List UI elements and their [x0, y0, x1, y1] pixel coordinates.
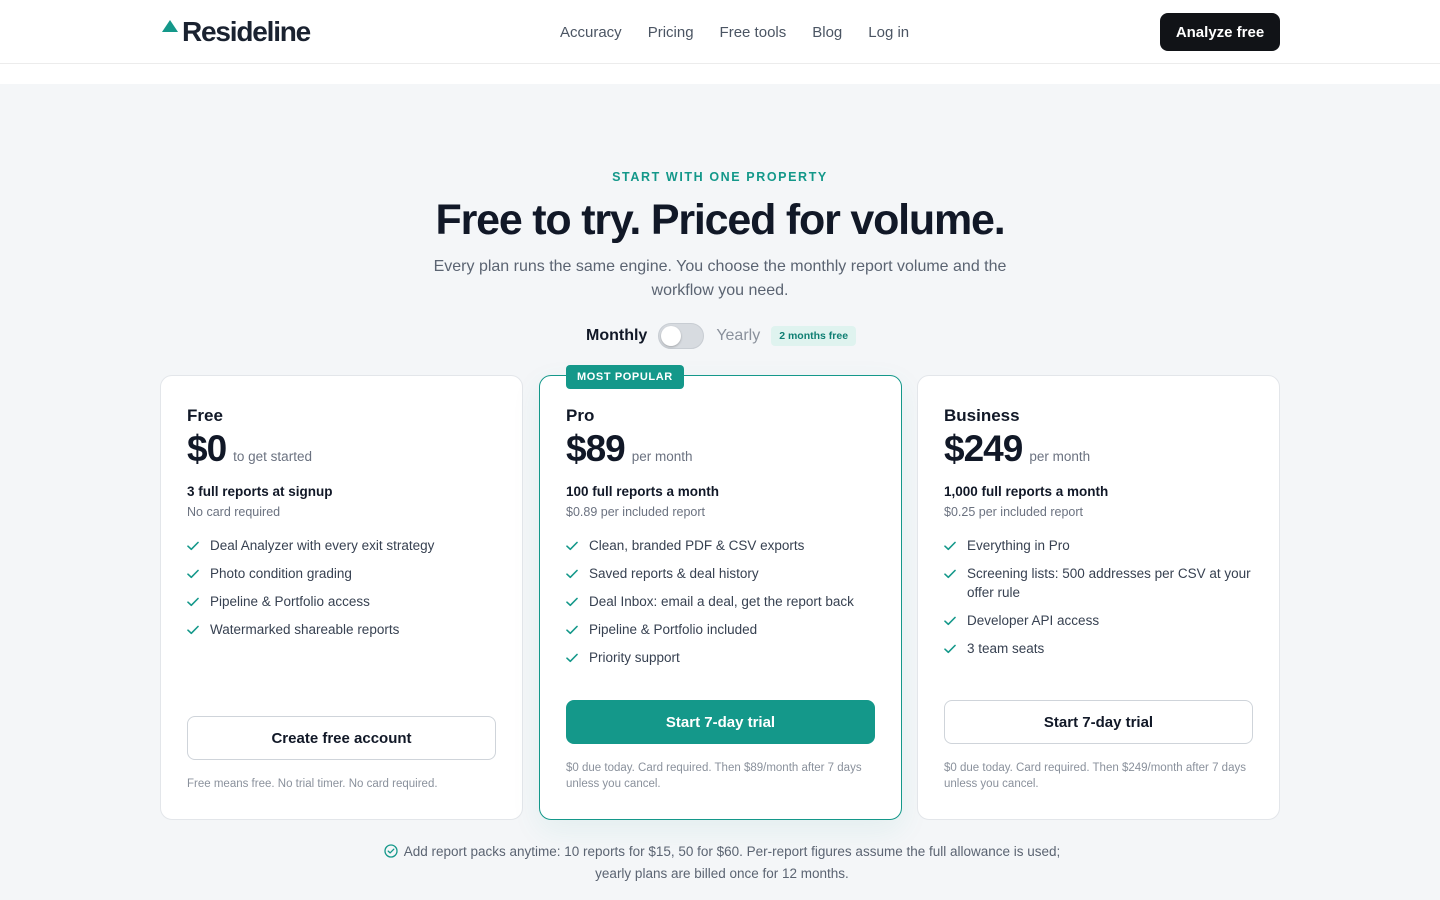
- plan-card-business: Business $249 per month 1,000 full repor…: [917, 375, 1280, 820]
- triangle-logo-icon: [162, 20, 178, 32]
- feature-text: 3 team seats: [967, 641, 1045, 656]
- feature-text: Deal Inbox: email a deal, get the report…: [589, 594, 854, 609]
- check-icon: [944, 611, 958, 630]
- feature-item: Watermarked shareable reports: [187, 620, 507, 639]
- logo[interactable]: Resideline: [162, 16, 311, 48]
- analyze-free-button[interactable]: Analyze free: [1160, 13, 1280, 51]
- yearly-savings-badge: 2 months free: [771, 326, 857, 346]
- feature-item: Pipeline & Portfolio included: [566, 620, 886, 639]
- check-icon: [187, 536, 201, 555]
- plan-price-unit: per month: [631, 449, 693, 464]
- check-icon: [187, 592, 201, 611]
- plan-name: Pro: [566, 406, 595, 425]
- price-row: $0 to get started: [187, 428, 312, 470]
- check-circle-icon: [384, 844, 398, 864]
- plan-price-unit: to get started: [233, 449, 312, 464]
- feature-text: Saved reports & deal history: [589, 566, 759, 581]
- plan-allowance: 100 full reports a month: [566, 484, 720, 499]
- check-icon: [944, 639, 958, 658]
- site-header: Resideline Accuracy Pricing Free tools B…: [0, 0, 1440, 64]
- billing-toggle[interactable]: [658, 323, 705, 349]
- plan-price-unit: per month: [1029, 449, 1091, 464]
- start-trial-pro-button[interactable]: Start 7-day trial: [566, 700, 875, 744]
- feature-item: Saved reports & deal history: [566, 564, 886, 583]
- eyebrow: START WITH ONE PROPERTY: [612, 170, 828, 184]
- feature-text: Screening lists: 500 addresses per CSV a…: [967, 566, 1251, 600]
- plan-card-pro: MOST POPULAR Pro $89 per month 100 full …: [539, 365, 902, 820]
- page-subtitle: Every plan runs the same engine. You cho…: [433, 258, 1007, 299]
- main-nav: Accuracy Pricing Free tools Blog Log in: [560, 0, 909, 64]
- feature-item: Deal Inbox: email a deal, get the report…: [566, 592, 886, 611]
- plan-allowance-sub: No card required: [187, 505, 281, 519]
- check-icon: [566, 648, 580, 667]
- feature-text: Pipeline & Portfolio access: [210, 594, 370, 609]
- feature-item: Developer API access: [944, 611, 1264, 630]
- plan-allowance: 1,000 full reports a month: [944, 484, 1109, 499]
- feature-item: Photo condition grading: [187, 564, 507, 583]
- plan-price: $0: [187, 428, 227, 469]
- feature-text: Pipeline & Portfolio included: [589, 622, 758, 637]
- check-icon: [566, 620, 580, 639]
- check-icon: [187, 564, 201, 583]
- feature-text: Developer API access: [967, 613, 1100, 628]
- nav-log-in[interactable]: Log in: [868, 24, 909, 41]
- check-icon: [566, 536, 580, 555]
- price-row: $89 per month: [566, 428, 693, 470]
- feature-text: Photo condition grading: [210, 566, 352, 581]
- feature-text: Watermarked shareable reports: [210, 622, 400, 637]
- feature-text: Deal Analyzer with every exit strategy: [210, 538, 435, 553]
- nav-blog[interactable]: Blog: [812, 24, 842, 41]
- nav-free-tools[interactable]: Free tools: [720, 24, 787, 41]
- feature-item: Priority support: [566, 648, 886, 667]
- plan-allowance-sub: $0.89 per included report: [566, 505, 705, 519]
- feature-list: Clean, branded PDF & CSV exports Saved r…: [566, 536, 886, 676]
- logo-text: Resideline: [182, 16, 311, 47]
- most-popular-badge: MOST POPULAR: [566, 365, 684, 389]
- check-icon: [187, 620, 201, 639]
- feature-item: Pipeline & Portfolio access: [187, 592, 507, 611]
- billing-yearly-label[interactable]: Yearly: [716, 327, 760, 345]
- check-icon: [566, 564, 580, 583]
- footnote-text: Add report packs anytime: 10 reports for…: [403, 844, 1061, 881]
- plan-name: Business: [944, 406, 1020, 425]
- plan-fine-print: $0 due today. Card required. Then $89/mo…: [566, 762, 862, 790]
- check-icon: [944, 564, 958, 583]
- plan-fine-print: Free means free. No trial timer. No card…: [187, 778, 438, 790]
- pricing-section: START WITH ONE PROPERTY Free to try. Pri…: [0, 84, 1440, 900]
- nav-accuracy[interactable]: Accuracy: [560, 24, 622, 41]
- check-icon: [566, 592, 580, 611]
- page-title: Free to try. Priced for volume.: [435, 196, 1006, 244]
- plan-allowance: 3 full reports at signup: [187, 484, 333, 499]
- feature-list: Deal Analyzer with every exit strategy P…: [187, 536, 507, 648]
- billing-monthly-label[interactable]: Monthly: [586, 327, 647, 345]
- feature-text: Everything in Pro: [967, 538, 1070, 553]
- price-row: $249 per month: [944, 428, 1090, 470]
- feature-item: Screening lists: 500 addresses per CSV a…: [944, 564, 1264, 602]
- check-icon: [944, 536, 958, 555]
- toggle-knob: [661, 326, 682, 346]
- plan-allowance-sub: $0.25 per included report: [944, 505, 1083, 519]
- plan-card-free: Free $0 to get started 3 full reports at…: [160, 375, 523, 820]
- feature-item: 3 team seats: [944, 639, 1264, 658]
- plan-price: $249: [944, 428, 1023, 469]
- start-trial-business-button[interactable]: Start 7-day trial: [944, 700, 1253, 744]
- feature-item: Clean, branded PDF & CSV exports: [566, 536, 886, 555]
- plan-fine-print: $0 due today. Card required. Then $249/m…: [944, 762, 1246, 790]
- create-free-account-button[interactable]: Create free account: [187, 716, 496, 760]
- billing-toggle-group: Monthly Yearly 2 months free: [586, 322, 857, 350]
- feature-text: Priority support: [589, 650, 680, 665]
- feature-text: Clean, branded PDF & CSV exports: [589, 538, 805, 553]
- plan-name: Free: [187, 406, 223, 425]
- nav-pricing[interactable]: Pricing: [648, 24, 694, 41]
- feature-list: Everything in Pro Screening lists: 500 a…: [944, 536, 1264, 667]
- feature-item: Deal Analyzer with every exit strategy: [187, 536, 507, 555]
- report-packs-note: Add report packs anytime: 10 reports for…: [372, 842, 1072, 884]
- feature-item: Everything in Pro: [944, 536, 1264, 555]
- plan-price: $89: [566, 428, 626, 469]
